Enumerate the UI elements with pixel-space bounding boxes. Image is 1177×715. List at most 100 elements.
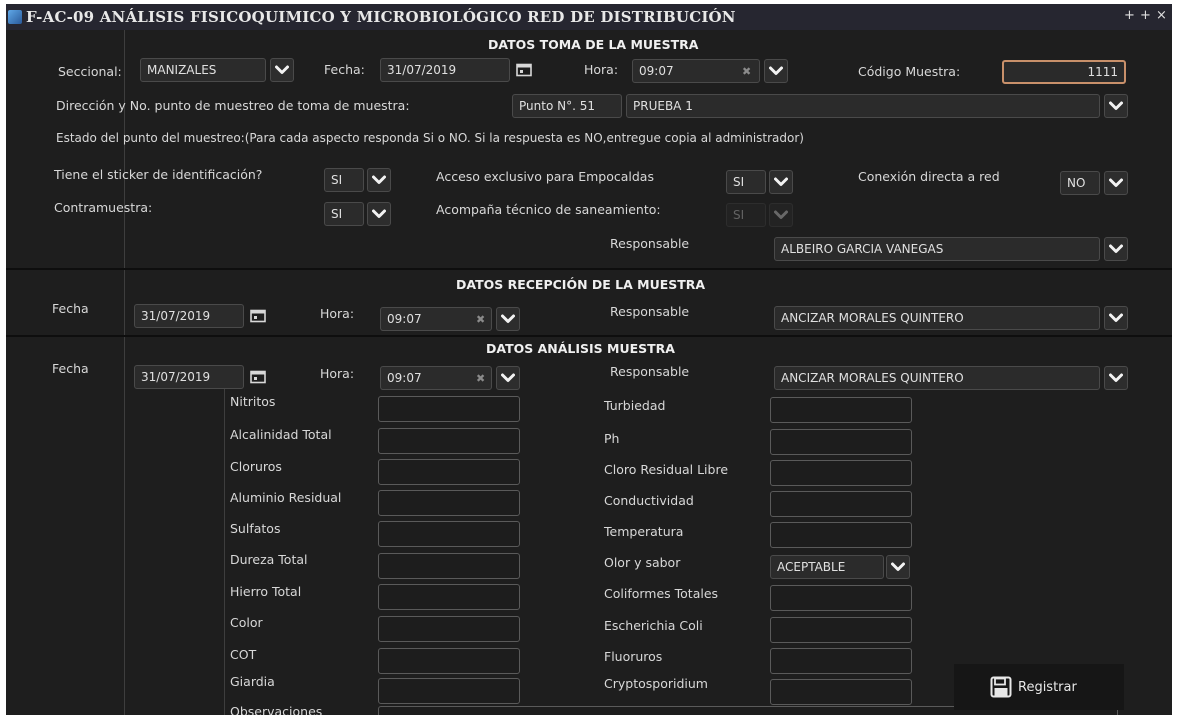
param-label: Escherichia Coli bbox=[604, 618, 703, 633]
contramuestra-dropdown[interactable] bbox=[367, 202, 391, 226]
nitritos-input[interactable] bbox=[378, 396, 520, 422]
seccional-select[interactable]: MANIZALES bbox=[140, 58, 266, 82]
hierro-input[interactable] bbox=[378, 584, 520, 610]
conexion-dropdown[interactable] bbox=[1104, 171, 1128, 195]
recepcion-hora-dropdown[interactable] bbox=[496, 307, 520, 331]
prueba-dropdown[interactable] bbox=[1104, 94, 1128, 118]
color-input[interactable] bbox=[378, 616, 520, 642]
title-bar: F-AC-09 ANÁLISIS FISICOQUIMICO Y MICROBI… bbox=[6, 4, 1172, 30]
maximize-button[interactable]: + bbox=[1140, 8, 1151, 24]
turbiedad-input[interactable] bbox=[770, 397, 912, 423]
analisis-responsable-label: Responsable bbox=[610, 364, 690, 379]
hora-input[interactable]: 09:07 bbox=[632, 59, 760, 83]
contramuestra-label: Contramuestra: bbox=[54, 200, 153, 215]
hora-dropdown[interactable] bbox=[764, 59, 788, 83]
section-divider bbox=[6, 268, 1172, 270]
cryptosporidium-input[interactable] bbox=[770, 679, 912, 705]
estado-instructions: Estado del punto del muestreo:(Para cada… bbox=[56, 131, 804, 145]
recepcion-responsable-dropdown[interactable] bbox=[1104, 306, 1128, 330]
sticker-label: Tiene el sticker de identificación? bbox=[54, 167, 263, 182]
section-divider bbox=[6, 335, 1172, 337]
cloruros-input[interactable] bbox=[378, 459, 520, 485]
param-label: Nitritos bbox=[230, 394, 276, 409]
acompana-label: Acompaña técnico de saneamiento: bbox=[436, 202, 661, 217]
coliformes-input[interactable] bbox=[770, 585, 912, 611]
recepcion-responsable-label: Responsable bbox=[610, 304, 690, 319]
section-header-toma: DATOS TOMA DE LA MUESTRA bbox=[488, 37, 699, 52]
floppy-disk-icon bbox=[990, 676, 1012, 698]
form-window: F-AC-09 ANÁLISIS FISICOQUIMICO Y MICROBI… bbox=[6, 4, 1172, 715]
registrar-button[interactable]: Registrar bbox=[954, 664, 1124, 710]
sulfatos-input[interactable] bbox=[378, 521, 520, 547]
fecha-label: Fecha: bbox=[324, 62, 365, 77]
param-label: Giardia bbox=[230, 674, 275, 689]
analisis-responsable-select[interactable]: ANCIZAR MORALES QUINTERO bbox=[774, 366, 1100, 390]
recepcion-fecha-input[interactable]: 31/07/2019 bbox=[134, 304, 244, 328]
codigo-label: Código Muestra: bbox=[858, 64, 961, 79]
prueba-select[interactable]: PRUEBA 1 bbox=[626, 94, 1100, 118]
chevron-down-icon bbox=[1109, 373, 1123, 383]
param-label: Turbiedad bbox=[604, 398, 666, 413]
analisis-fecha-input[interactable]: 31/07/2019 bbox=[134, 365, 244, 389]
chevron-down-icon bbox=[372, 175, 386, 185]
giardia-input[interactable] bbox=[378, 678, 520, 704]
chevron-down-icon bbox=[372, 209, 386, 219]
alcalinidad-input[interactable] bbox=[378, 428, 520, 454]
ecoli-input[interactable] bbox=[770, 617, 912, 643]
close-button[interactable]: × bbox=[1156, 8, 1167, 24]
param-label: Aluminio Residual bbox=[230, 490, 342, 505]
clear-x-icon[interactable]: ✖ bbox=[476, 372, 485, 385]
chevron-down-icon bbox=[1109, 244, 1123, 254]
olor-dropdown[interactable] bbox=[886, 555, 910, 579]
fecha-input[interactable]: 31/07/2019 bbox=[380, 58, 510, 82]
fluoruros-input[interactable] bbox=[770, 648, 912, 674]
codigo-input[interactable]: 1111 bbox=[1002, 60, 1126, 84]
direccion-label: Dirección y No. punto de muestreo de tom… bbox=[56, 98, 410, 113]
conexion-select[interactable]: NO bbox=[1060, 171, 1100, 195]
chevron-down-icon bbox=[774, 210, 788, 220]
acceso-dropdown[interactable] bbox=[769, 170, 793, 194]
window-title: F-AC-09 ANÁLISIS FISICOQUIMICO Y MICROBI… bbox=[26, 8, 736, 26]
recepcion-hora-label: Hora: bbox=[320, 306, 355, 321]
chevron-down-icon bbox=[891, 562, 905, 572]
acompana-dropdown[interactable] bbox=[769, 203, 793, 227]
param-label: Ph bbox=[604, 431, 620, 446]
toma-responsable-dropdown[interactable] bbox=[1104, 237, 1128, 261]
analisis-responsable-dropdown[interactable] bbox=[1104, 366, 1128, 390]
aluminio-input[interactable] bbox=[378, 490, 520, 516]
hora-label: Hora: bbox=[584, 62, 619, 77]
toma-responsable-select[interactable]: ALBEIRO GARCIA VANEGAS bbox=[774, 237, 1100, 261]
temperatura-input[interactable] bbox=[770, 522, 912, 548]
analisis-fecha-label: Fecha bbox=[52, 361, 89, 376]
clear-x-icon[interactable]: ✖ bbox=[476, 313, 485, 326]
cot-input[interactable] bbox=[378, 648, 520, 674]
calendar-icon[interactable] bbox=[514, 60, 534, 80]
chevron-down-icon bbox=[774, 177, 788, 187]
seccional-dropdown[interactable] bbox=[270, 58, 294, 82]
cloro-input[interactable] bbox=[770, 460, 912, 486]
chevron-down-icon bbox=[501, 314, 515, 324]
param-label: Cryptosporidium bbox=[604, 676, 708, 691]
ph-input[interactable] bbox=[770, 429, 912, 455]
acompana-select[interactable]: SI bbox=[726, 203, 766, 227]
calendar-icon[interactable] bbox=[248, 306, 268, 326]
param-label: COT bbox=[230, 647, 257, 662]
acceso-select[interactable]: SI bbox=[726, 170, 766, 194]
analisis-hora-dropdown[interactable] bbox=[496, 366, 520, 390]
param-label: Dureza Total bbox=[230, 552, 308, 567]
clear-x-icon[interactable]: ✖ bbox=[742, 65, 751, 78]
olor-select[interactable]: ACEPTABLE bbox=[770, 555, 884, 579]
conductividad-input[interactable] bbox=[770, 491, 912, 517]
param-label: Coliformes Totales bbox=[604, 586, 719, 601]
contramuestra-select[interactable]: SI bbox=[324, 202, 364, 226]
minimize-button[interactable]: + bbox=[1124, 8, 1135, 24]
dureza-input[interactable] bbox=[378, 553, 520, 579]
param-label: Temperatura bbox=[604, 524, 684, 539]
calendar-icon[interactable] bbox=[248, 367, 268, 387]
punto-field[interactable]: Punto N°. 51 bbox=[512, 94, 622, 118]
recepcion-responsable-select[interactable]: ANCIZAR MORALES QUINTERO bbox=[774, 306, 1100, 330]
section-header-analisis: DATOS ANÁLISIS MUESTRA bbox=[486, 341, 675, 356]
sticker-dropdown[interactable] bbox=[367, 168, 391, 192]
seccional-label: Seccional: bbox=[58, 64, 122, 79]
sticker-select[interactable]: SI bbox=[324, 168, 364, 192]
